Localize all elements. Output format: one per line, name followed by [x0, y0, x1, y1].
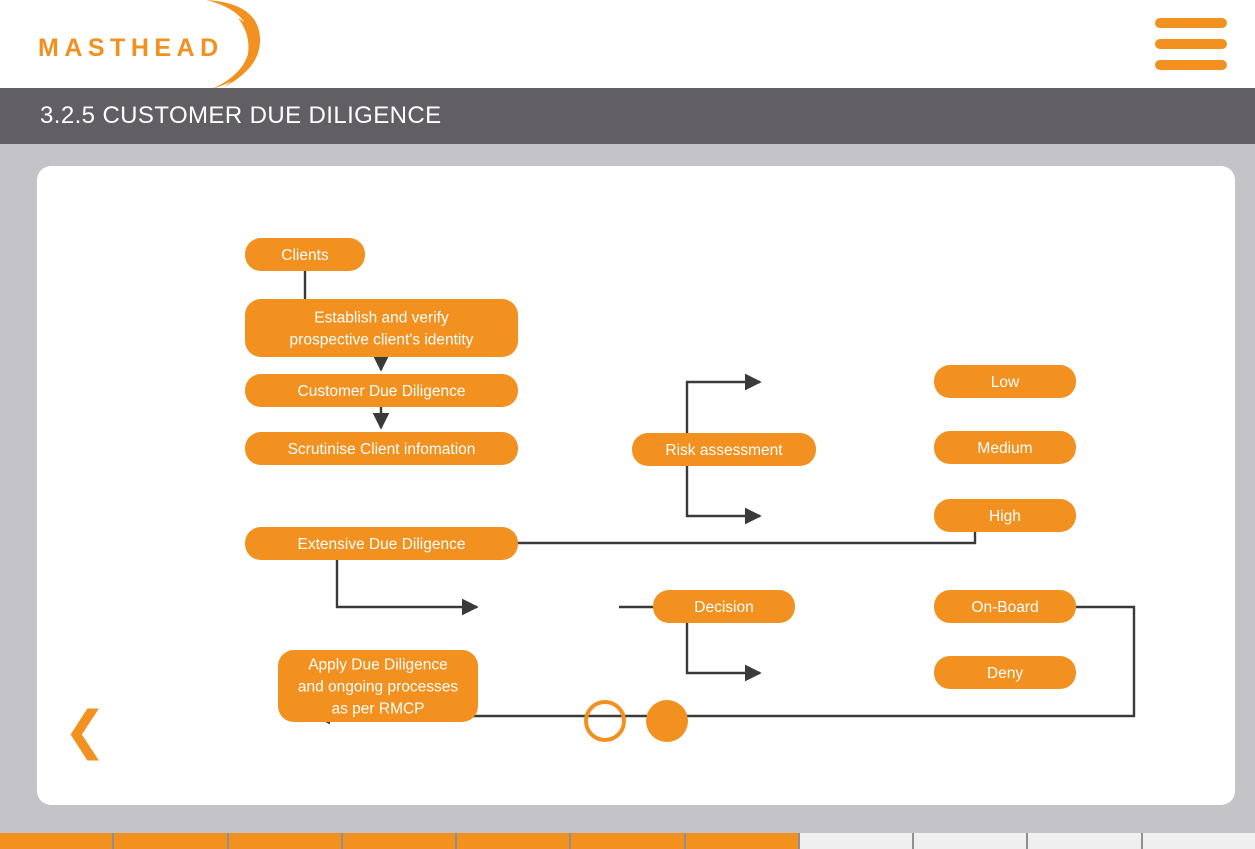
flow-node-label: Clients [281, 247, 329, 264]
progress-segment-8[interactable] [799, 833, 915, 849]
flow-node-label: Low [991, 374, 1020, 391]
flow-node-label: Medium [977, 440, 1032, 457]
flow-node-label: Customer Due Diligence [298, 383, 466, 400]
flow-node-label: Decision [694, 599, 753, 616]
flow-node-label: Apply Due Diligence [308, 657, 448, 674]
flow-node-label: Deny [987, 665, 1023, 682]
flow-node-high: High [934, 499, 1076, 532]
progress-segment-2[interactable] [114, 833, 229, 849]
flow-node-label: Extensive Due Diligence [297, 536, 465, 553]
flow-node-deny: Deny [934, 656, 1076, 689]
slide-card: Clients Establish and verify prospective c… [37, 166, 1235, 805]
progress-segment-6[interactable] [571, 833, 686, 849]
app-header: MASTHEAD [0, 0, 1255, 89]
pagination-dot-1[interactable] [584, 700, 626, 742]
flow-node-label: Establish and verify [314, 310, 449, 327]
hamburger-bar-2 [1155, 39, 1227, 49]
flow-node-low: Low [934, 365, 1076, 398]
swoosh-icon [206, 0, 260, 89]
edge-extensive-decision [335, 560, 479, 616]
progress-segment-11[interactable] [1142, 833, 1255, 849]
flow-node-risk: Risk assessment [632, 433, 816, 466]
slide-pagination [37, 700, 1235, 742]
flow-node-decision: Decision [653, 590, 795, 623]
hamburger-bar-3 [1155, 60, 1227, 70]
brand-logo: MASTHEAD [38, 0, 260, 89]
hamburger-bar-1 [1155, 18, 1227, 28]
section-title-bar: 3.2.5 CUSTOMER DUE DILIGENCE [0, 88, 1255, 144]
course-progress-bar [0, 833, 1255, 849]
brand-name: MASTHEAD [38, 34, 224, 62]
flow-node-label: High [989, 508, 1021, 525]
customer-due-diligence-flowchart: Clients Establish and verify prospective c… [245, 238, 1136, 725]
flow-node-cdd: Customer Due Diligence [245, 374, 518, 407]
flow-node-clients: Clients [245, 238, 365, 271]
page-title: 3.2.5 CUSTOMER DUE DILIGENCE [40, 102, 442, 129]
progress-segment-5[interactable] [457, 833, 572, 849]
progress-segment-1[interactable] [0, 833, 115, 849]
progress-segment-9[interactable] [914, 833, 1029, 849]
progress-segment-7[interactable] [685, 833, 800, 849]
progress-segment-4[interactable] [342, 833, 458, 849]
flow-node-label: prospective client's identity [290, 332, 474, 349]
flow-node-medium: Medium [934, 431, 1076, 464]
flow-node-label: Risk assessment [665, 442, 783, 459]
flow-node-extensive: Extensive Due Diligence [245, 527, 518, 560]
flow-node-onboard: On-Board [934, 590, 1076, 623]
pagination-dot-2[interactable] [646, 700, 688, 742]
flow-node-label: On-Board [971, 599, 1038, 616]
progress-segment-10[interactable] [1028, 833, 1143, 849]
flow-node-label: Scrutinise Client infomation [288, 441, 476, 458]
menu-button[interactable] [1155, 18, 1227, 70]
progress-segment-3[interactable] [228, 833, 343, 849]
flow-node-label: and ongoing processes [298, 679, 459, 696]
flow-node-establish: Establish and verify prospective client's… [245, 299, 518, 357]
flow-node-scrutinise: Scrutinise Client infomation [245, 432, 518, 465]
